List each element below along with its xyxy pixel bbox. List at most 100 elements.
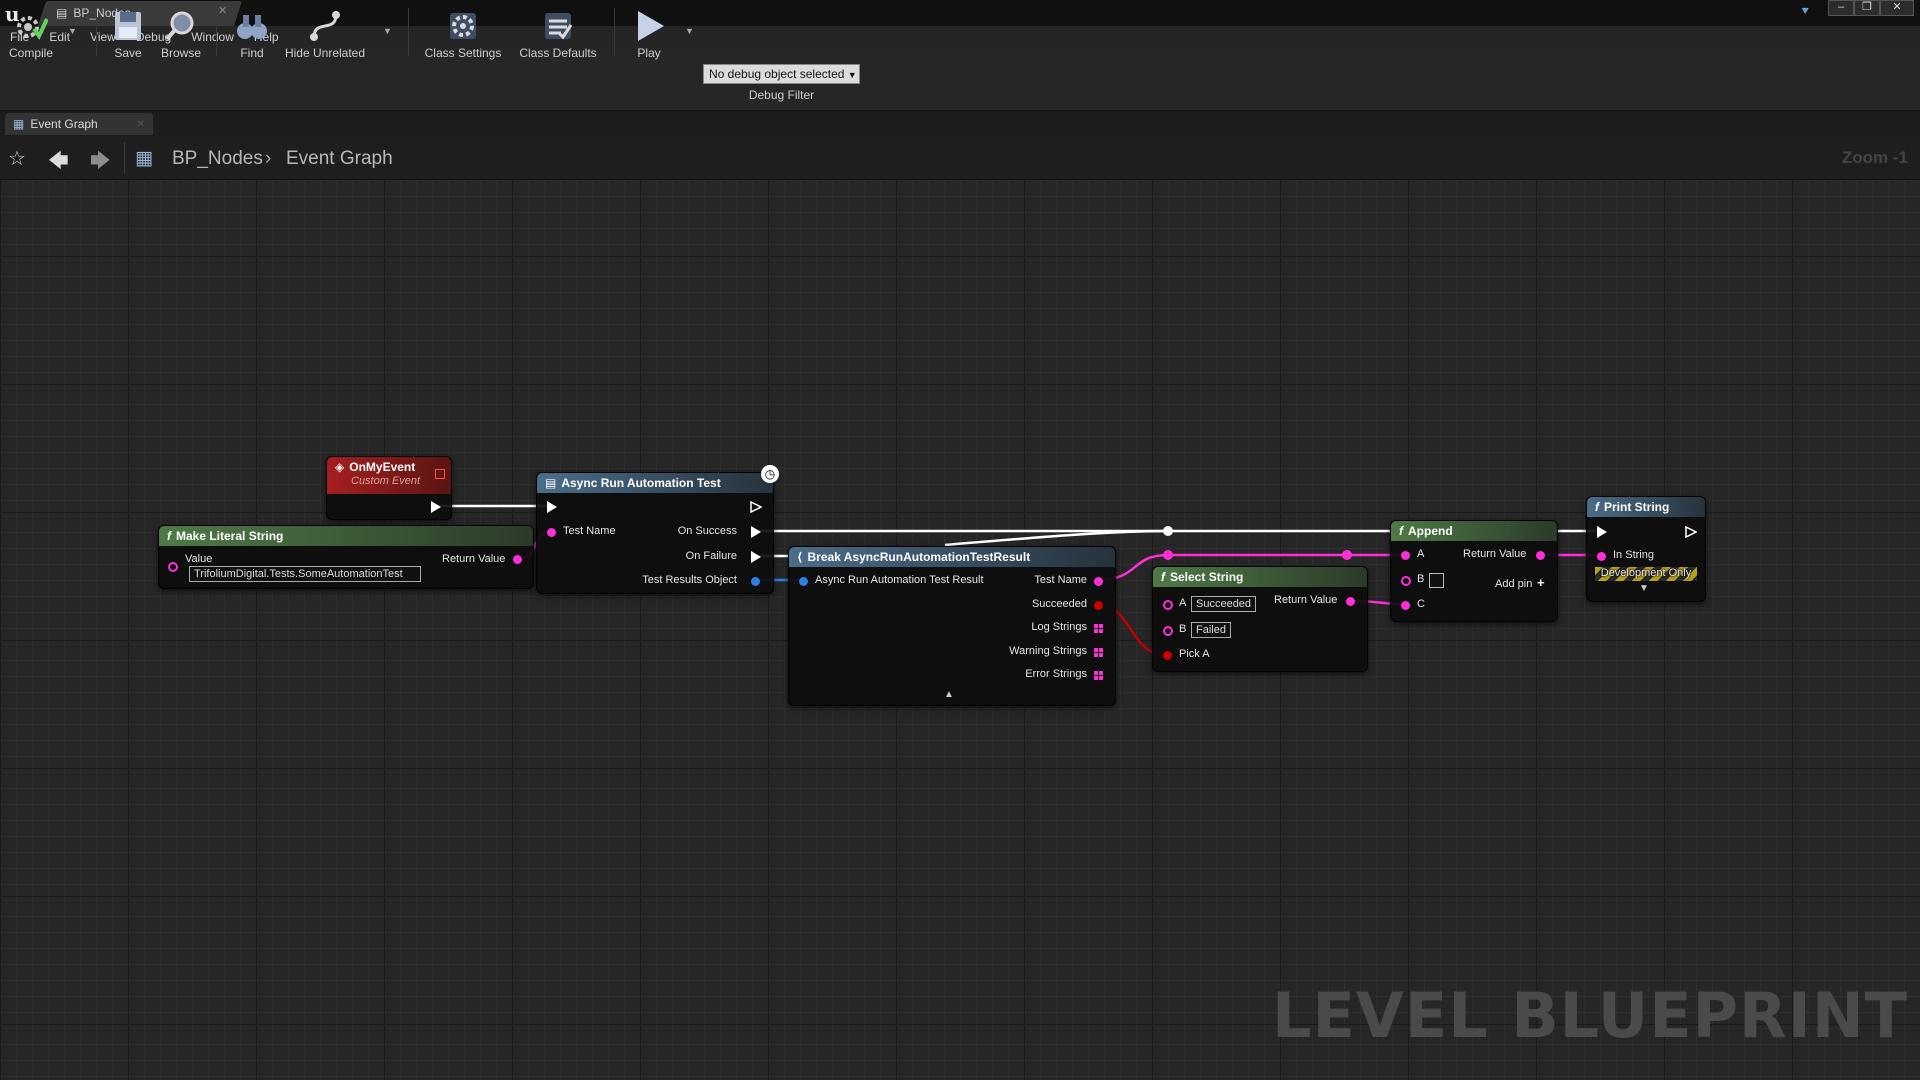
b-value-input[interactable]: Failed bbox=[1191, 622, 1231, 638]
on-failure-pin[interactable] bbox=[751, 551, 761, 563]
compile-label: Compile bbox=[8, 46, 53, 60]
pick-a-pin[interactable] bbox=[1163, 651, 1172, 660]
class-settings-gear-icon bbox=[450, 13, 476, 39]
succeeded-out-pin[interactable] bbox=[1094, 601, 1103, 610]
a-label: A bbox=[1417, 548, 1425, 560]
return-value-label: Return Value bbox=[442, 553, 506, 565]
play-options-arrow-icon[interactable]: ▼ bbox=[685, 26, 694, 36]
browse-button[interactable]: Browse bbox=[158, 4, 204, 60]
return-value-pin[interactable] bbox=[513, 555, 522, 564]
favorite-star-icon[interactable]: ☆ bbox=[8, 146, 26, 171]
breadcrumb-root[interactable]: BP_Nodes bbox=[172, 148, 263, 170]
close-tab-icon[interactable]: ✕ bbox=[137, 119, 145, 130]
notification-icon[interactable]: ⯆ bbox=[1800, 4, 1810, 20]
hide-unrelated-button[interactable]: Hide Unrelated bbox=[284, 4, 366, 60]
return-value-pin[interactable] bbox=[1346, 597, 1355, 606]
return-value-label: Return Value bbox=[1274, 594, 1338, 606]
compile-button[interactable]: Compile bbox=[6, 4, 56, 60]
node-async-run-automation-test[interactable]: ▤ Async Run Automation Test ◷ Test Name … bbox=[536, 465, 779, 594]
test-name-pin[interactable] bbox=[547, 528, 556, 537]
warning-strings-array-pin[interactable] bbox=[1094, 648, 1103, 657]
node-make-literal-string[interactable]: f Make Literal String Value TrifoliumDig… bbox=[158, 525, 534, 589]
expand-arrow-icon[interactable]: ▼ bbox=[1639, 583, 1649, 594]
breadcrumb-separator bbox=[124, 142, 125, 174]
async-result-input-pin[interactable] bbox=[799, 577, 808, 586]
find-button[interactable]: Find bbox=[230, 4, 274, 60]
graph-icon: ▦ bbox=[135, 148, 153, 169]
node-print-string[interactable]: f Print String In String Development Onl… bbox=[1586, 496, 1706, 602]
breadcrumb-current[interactable]: Event Graph bbox=[286, 148, 393, 170]
a-input-pin[interactable] bbox=[1401, 551, 1410, 560]
exec-out-pin[interactable] bbox=[1685, 526, 1697, 538]
node-select-string[interactable]: f Select String A Succeeded Return Value… bbox=[1152, 566, 1368, 672]
toolbar-separator bbox=[216, 8, 217, 56]
return-value-pin[interactable] bbox=[1536, 551, 1545, 560]
maximize-button[interactable]: ❐ bbox=[1854, 0, 1880, 16]
test-results-object-pin[interactable] bbox=[751, 577, 760, 586]
hide-unrelated-label: Hide Unrelated bbox=[284, 46, 366, 60]
save-label: Save bbox=[114, 46, 142, 60]
hide-unrelated-options-arrow-icon[interactable]: ▼ bbox=[383, 26, 392, 36]
exec-in-pin[interactable] bbox=[1597, 526, 1607, 538]
node-append[interactable]: f Append A Return Value B Add pin + C bbox=[1390, 520, 1558, 622]
delegate-pin-icon[interactable] bbox=[435, 469, 445, 479]
collapse-arrow-icon[interactable]: ▲ bbox=[944, 689, 954, 700]
add-pin-plus-icon[interactable]: + bbox=[1537, 575, 1545, 590]
compile-gear-icon bbox=[17, 16, 48, 40]
level-blueprint-watermark: LEVEL BLUEPRINT bbox=[1272, 979, 1908, 1052]
tab-event-graph[interactable]: ▦ Event Graph ✕ bbox=[5, 113, 153, 135]
warning-strings-label: Warning Strings bbox=[1009, 645, 1087, 657]
b-input-pin[interactable] bbox=[1401, 576, 1411, 586]
exec-out-pin[interactable] bbox=[431, 501, 441, 513]
error-strings-array-pin[interactable] bbox=[1094, 671, 1103, 680]
node-title: Print String bbox=[1604, 500, 1670, 514]
on-success-label: On Success bbox=[677, 525, 737, 537]
compile-options-arrow-icon[interactable]: ▼ bbox=[68, 26, 77, 36]
exec-out-pin[interactable] bbox=[750, 501, 762, 513]
class-defaults-button[interactable]: Class Defaults bbox=[516, 4, 600, 60]
async-result-input-label: Async Run Automation Test Result bbox=[815, 574, 984, 586]
play-label: Play bbox=[637, 46, 661, 60]
play-icon bbox=[638, 11, 664, 41]
forward-arrow-icon[interactable]: 🡆 bbox=[90, 146, 111, 180]
browse-label: Browse bbox=[160, 46, 201, 60]
close-tab-icon[interactable]: ✕ bbox=[218, 4, 227, 17]
test-name-out-pin[interactable] bbox=[1094, 577, 1103, 586]
succeeded-label: Succeeded bbox=[1031, 598, 1087, 610]
b-label: B bbox=[1179, 623, 1187, 635]
value-input[interactable]: TrifoliumDigital.Tests.SomeAutomationTes… bbox=[189, 566, 421, 582]
return-value-label: Return Value bbox=[1463, 548, 1527, 560]
minimize-button[interactable]: – bbox=[1828, 0, 1854, 16]
b-value-input[interactable] bbox=[1429, 573, 1444, 588]
in-string-pin[interactable] bbox=[1597, 552, 1606, 561]
find-binoculars-icon bbox=[237, 15, 267, 39]
add-pin-label: Add pin bbox=[1495, 578, 1533, 590]
close-window-button[interactable]: ✕ bbox=[1880, 0, 1914, 16]
c-label: C bbox=[1417, 598, 1425, 610]
node-break-result[interactable]: ⟨ Break AsyncRunAutomationTestResult Asy… bbox=[788, 546, 1116, 706]
value-input-pin[interactable] bbox=[168, 562, 178, 572]
log-strings-array-pin[interactable] bbox=[1094, 624, 1103, 633]
on-success-pin[interactable] bbox=[751, 526, 761, 538]
test-name-label: Test Name bbox=[1034, 574, 1087, 586]
class-settings-button[interactable]: Class Settings bbox=[420, 4, 506, 60]
play-button[interactable]: Play bbox=[626, 4, 672, 60]
node-subtitle: Custom Event bbox=[351, 475, 421, 487]
save-button[interactable]: Save bbox=[108, 4, 148, 60]
back-arrow-icon[interactable]: 🡄 bbox=[48, 146, 69, 180]
a-value-input[interactable]: Succeeded bbox=[1191, 596, 1257, 612]
async-node-icon: ▤ bbox=[545, 476, 557, 490]
a-input-pin[interactable] bbox=[1163, 600, 1173, 610]
debug-object-select[interactable]: No debug object selected ▼ bbox=[703, 64, 860, 84]
test-results-object-label: Test Results Object bbox=[642, 574, 737, 586]
graph-tab-bar bbox=[0, 111, 1920, 137]
node-title: Select String bbox=[1170, 570, 1244, 584]
b-input-pin[interactable] bbox=[1163, 626, 1173, 636]
node-title: OnMyEvent bbox=[349, 460, 416, 474]
exec-in-pin[interactable] bbox=[547, 501, 557, 513]
save-icon bbox=[115, 12, 141, 40]
pick-a-label: Pick A bbox=[1179, 648, 1210, 660]
c-input-pin[interactable] bbox=[1401, 601, 1410, 610]
node-on-my-event[interactable]: ◈ OnMyEvent Custom Event bbox=[326, 456, 452, 520]
debug-filter-label: Debug Filter bbox=[748, 88, 815, 102]
